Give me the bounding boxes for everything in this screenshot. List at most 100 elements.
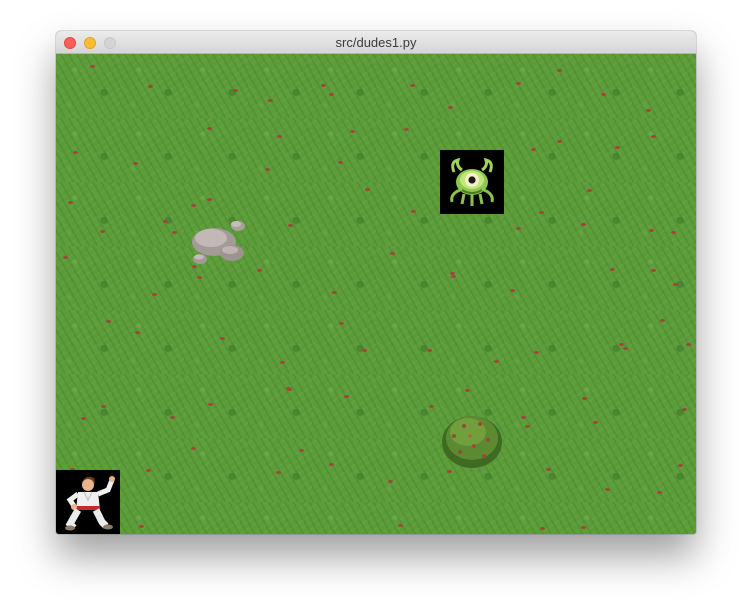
grass-tile [568, 54, 632, 118]
grass-tile [504, 438, 568, 502]
title-bar[interactable]: src/dudes1.py [56, 31, 696, 54]
flower [299, 449, 304, 452]
flower [540, 527, 545, 530]
grass-tile [120, 502, 184, 534]
flower [207, 198, 212, 201]
flower [525, 425, 530, 428]
grass-tile [120, 310, 184, 374]
green-one-eyed-monster-icon [440, 150, 504, 214]
flower [101, 405, 106, 408]
flower [516, 82, 521, 85]
flower [172, 231, 177, 234]
grass-tile [184, 54, 248, 118]
grass-tile [504, 374, 568, 438]
grass-tile [632, 374, 696, 438]
flower [557, 69, 562, 72]
flower [365, 188, 370, 191]
grass-tile [632, 438, 696, 502]
flower [615, 146, 620, 149]
grass-tile [248, 310, 312, 374]
flower [288, 224, 293, 227]
karate-fighter-icon [56, 470, 120, 534]
grass-tile [56, 118, 120, 182]
flower [350, 130, 355, 133]
flower [329, 93, 334, 96]
grass-tile [184, 310, 248, 374]
grass-tile [568, 374, 632, 438]
flower [465, 389, 470, 392]
grass-tile [568, 502, 632, 534]
flower [163, 220, 168, 223]
flower [135, 331, 140, 334]
flower [587, 189, 592, 192]
grass-tile [248, 374, 312, 438]
grass-tile [440, 310, 504, 374]
grass-tile [312, 374, 376, 438]
rock-pile-icon [184, 214, 248, 278]
window-title: src/dudes1.py [335, 35, 417, 50]
flower [557, 140, 562, 143]
flower [429, 405, 434, 408]
flower [601, 93, 606, 96]
flower [68, 201, 73, 204]
grass-tile [632, 54, 696, 118]
game-board[interactable] [56, 54, 696, 534]
grass-tile [56, 374, 120, 438]
grass-tile [312, 182, 376, 246]
flower [207, 127, 212, 130]
grass-tile [248, 118, 312, 182]
grass-tile [312, 246, 376, 310]
flower [388, 480, 393, 483]
flower [516, 227, 521, 230]
flower [649, 229, 654, 232]
flower [398, 524, 403, 527]
flower [581, 526, 586, 529]
flower [265, 168, 270, 171]
grass-tile [504, 502, 568, 534]
grass-tile [568, 182, 632, 246]
flower [277, 135, 282, 138]
flower [651, 269, 656, 272]
flower [329, 463, 334, 466]
flower [686, 343, 691, 346]
flower [657, 491, 662, 494]
grass-tile [632, 182, 696, 246]
flower [448, 106, 453, 109]
flower [170, 416, 175, 419]
flower [510, 289, 515, 292]
flower [623, 347, 628, 350]
flower [362, 349, 367, 352]
grass-tile [56, 54, 120, 118]
grass-tile [632, 118, 696, 182]
flower [531, 148, 536, 151]
flower [539, 211, 544, 214]
flower [280, 361, 285, 364]
flower [338, 161, 343, 164]
flower [411, 210, 416, 213]
grass-tile [376, 310, 440, 374]
grass-tile [120, 182, 184, 246]
flower [148, 85, 153, 88]
flower [593, 421, 598, 424]
flower [220, 337, 225, 340]
flower [521, 416, 526, 419]
grass-tile [248, 502, 312, 534]
grass-tile [120, 118, 184, 182]
grass-tile [248, 182, 312, 246]
grass-tile [568, 246, 632, 310]
flower [678, 464, 683, 467]
flower [146, 469, 151, 472]
flower [660, 319, 665, 322]
grass-tile [376, 438, 440, 502]
flower [339, 322, 344, 325]
grass-tile [120, 438, 184, 502]
flower [581, 223, 586, 226]
flower [191, 447, 196, 450]
grass-tile [248, 438, 312, 502]
grass-tile [504, 54, 568, 118]
grass-tile [440, 246, 504, 310]
grass-tile [120, 246, 184, 310]
grass-tile [568, 310, 632, 374]
flower [233, 89, 238, 92]
grass-tile [312, 118, 376, 182]
